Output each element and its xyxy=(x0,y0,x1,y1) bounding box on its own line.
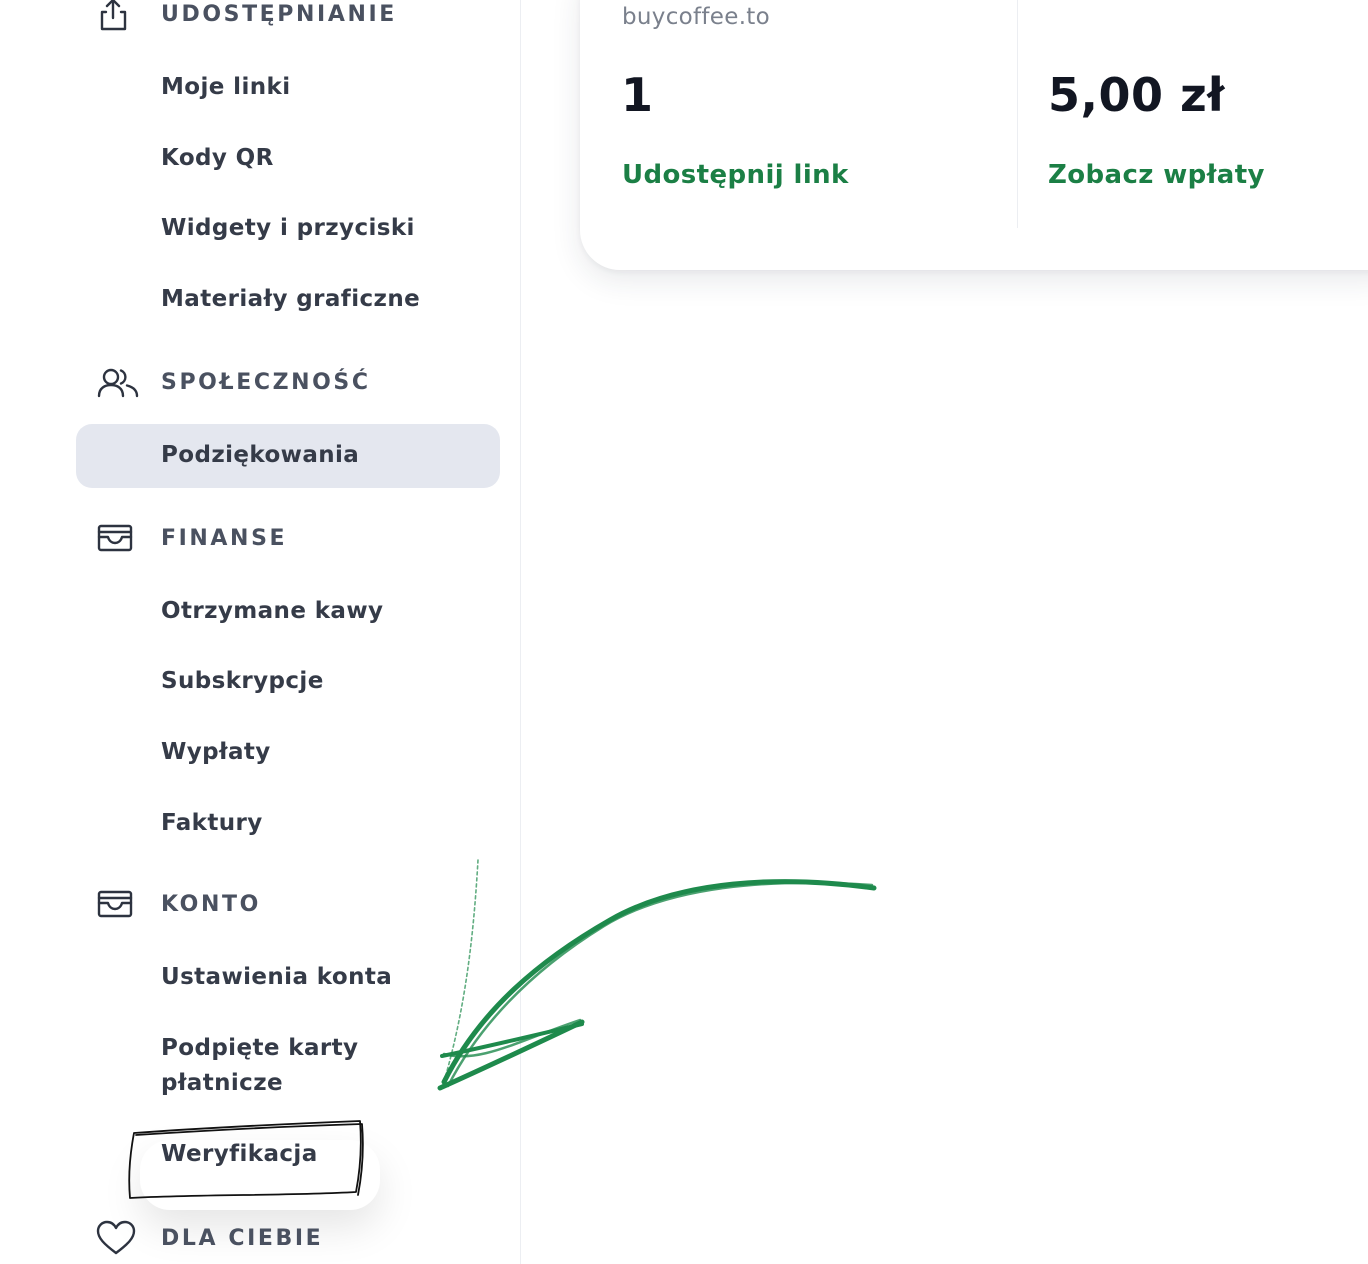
section-community: SPOŁECZNOŚĆ xyxy=(96,364,371,400)
sidebar-item-received-coffees[interactable]: Otrzymane kawy xyxy=(161,594,383,629)
supporters-count: 1 xyxy=(621,68,654,122)
sidebar-item-saved-cards[interactable]: Podpięte karty płatnicze xyxy=(161,1031,421,1101)
sidebar-item-verification[interactable]: Weryfikacja xyxy=(161,1137,318,1172)
section-label: SPOŁECZNOŚĆ xyxy=(161,369,371,395)
section-label: KONTO xyxy=(161,891,261,917)
view-payments-link[interactable]: Zobacz wpłaty xyxy=(1048,160,1265,190)
users-icon xyxy=(96,364,140,400)
sidebar-item-account-settings[interactable]: Ustawienia konta xyxy=(161,960,392,995)
section-label: DLA CIEBIE xyxy=(161,1225,324,1251)
sidebar-item-widgets[interactable]: Widgety i przyciski xyxy=(161,211,415,246)
total-amount: 5,00 zł xyxy=(1048,68,1225,122)
card-divider xyxy=(1017,0,1018,228)
card-source-label: buycoffee.to xyxy=(622,4,771,30)
dashboard-page: UDOSTĘPNIANIE Moje linki Kody QR Widgety… xyxy=(0,0,1368,1264)
stats-card xyxy=(580,0,1368,270)
sidebar-item-thanks[interactable]: Podziękowania xyxy=(161,438,359,473)
heart-icon xyxy=(96,1220,140,1256)
share-link-button[interactable]: Udostępnij link xyxy=(622,160,849,190)
section-account: KONTO xyxy=(96,886,261,922)
sidebar-item-qr-codes[interactable]: Kody QR xyxy=(161,141,274,176)
sidebar-item-my-links[interactable]: Moje linki xyxy=(161,70,291,105)
sidebar-item-payouts[interactable]: Wypłaty xyxy=(161,735,271,770)
section-label: UDOSTĘPNIANIE xyxy=(161,1,397,27)
wallet-icon xyxy=(96,520,140,556)
section-label: FINANSE xyxy=(161,525,288,551)
sidebar-item-invoices[interactable]: Faktury xyxy=(161,806,263,841)
section-sharing: UDOSTĘPNIANIE xyxy=(96,0,397,32)
section-finance: FINANSE xyxy=(96,520,287,556)
sidebar: UDOSTĘPNIANIE Moje linki Kody QR Widgety… xyxy=(0,0,521,1264)
share-icon xyxy=(96,0,140,32)
sidebar-item-subscriptions[interactable]: Subskrypcje xyxy=(161,664,324,699)
wallet-icon xyxy=(96,886,140,922)
section-for-you: DLA CIEBIE xyxy=(96,1220,323,1256)
sidebar-item-graphics[interactable]: Materiały graficzne xyxy=(161,282,420,317)
